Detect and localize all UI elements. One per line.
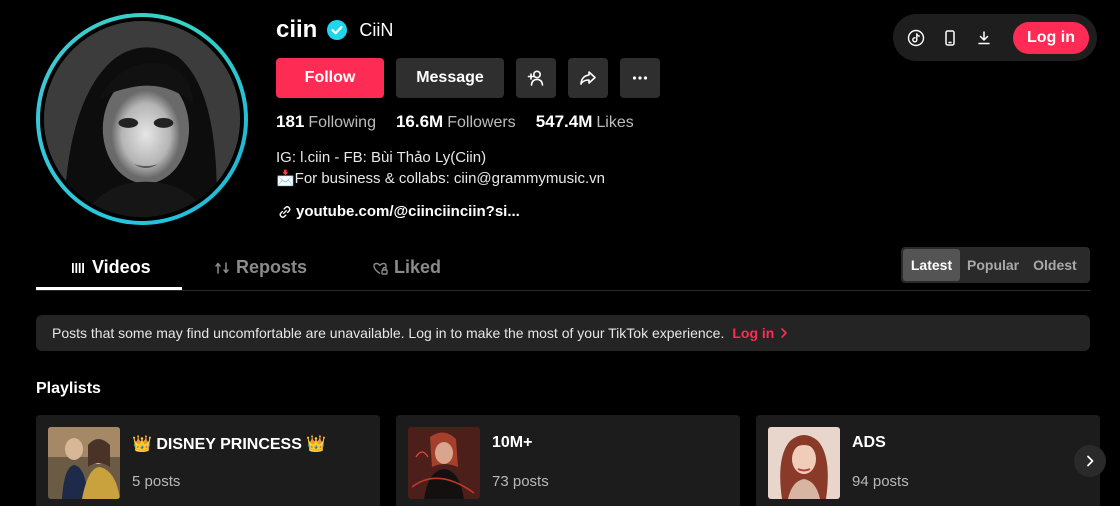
playlist-title: ADS bbox=[852, 434, 886, 451]
notice-login-link[interactable]: Log in bbox=[732, 325, 788, 341]
video-sort-toggle: Latest Popular Oldest bbox=[901, 247, 1090, 283]
sort-latest[interactable]: Latest bbox=[903, 249, 960, 281]
sort-popular[interactable]: Popular bbox=[960, 249, 1026, 281]
avatar-image bbox=[44, 21, 240, 217]
login-button[interactable]: Log in bbox=[1013, 21, 1089, 54]
tab-label: Liked bbox=[394, 257, 442, 277]
stat-likes: 547.4M Likes bbox=[536, 112, 634, 132]
playlist-thumbnail bbox=[48, 427, 120, 499]
playlist-thumbnail bbox=[768, 427, 840, 499]
playlist-title: 👑 DISNEY PRINCESS 👑 bbox=[132, 436, 327, 453]
bio-line: IG: l.ciin - FB: Bùi Thảo Ly(Ciin) bbox=[276, 149, 487, 166]
playlist-title: 10M+ bbox=[492, 434, 533, 451]
chevron-right-icon bbox=[1087, 455, 1094, 467]
playlists-heading: Playlists bbox=[36, 380, 101, 397]
tiktok-icon[interactable] bbox=[907, 29, 925, 47]
follow-button[interactable]: Follow bbox=[276, 58, 384, 98]
profile-bio: IG: l.ciin - FB: Bùi Thảo Ly(Ciin) 📩For … bbox=[276, 147, 605, 189]
stat-value: 181 bbox=[276, 112, 305, 131]
suggested-accounts-button[interactable] bbox=[516, 58, 556, 98]
profile-title-row: ciin CiiN bbox=[276, 16, 393, 44]
playlist-card[interactable]: 10M+ 73 posts bbox=[396, 415, 740, 506]
notice-text: Posts that some may find uncomfortable a… bbox=[52, 325, 725, 341]
mobile-phone-icon[interactable] bbox=[941, 29, 959, 47]
chevron-right-icon bbox=[781, 328, 788, 338]
profile-action-buttons: Follow Message bbox=[276, 58, 660, 98]
tab-videos[interactable]: Videos bbox=[70, 245, 151, 290]
playlist-post-count: 73 posts bbox=[492, 473, 549, 490]
share-button[interactable] bbox=[568, 58, 608, 98]
stat-label: Followers bbox=[447, 114, 516, 131]
message-button[interactable]: Message bbox=[396, 58, 504, 98]
tab-reposts[interactable]: Reposts bbox=[214, 245, 307, 290]
heart-lock-icon bbox=[373, 262, 388, 275]
avatar[interactable] bbox=[40, 17, 244, 221]
nickname: CiiN bbox=[359, 19, 394, 40]
stat-label: Likes bbox=[596, 114, 634, 131]
playlist-card[interactable]: 👑 DISNEY PRINCESS 👑 5 posts bbox=[36, 415, 380, 506]
verified-badge-icon bbox=[327, 20, 348, 40]
profile-avatar-ring bbox=[36, 13, 248, 225]
tab-liked[interactable]: Liked bbox=[372, 245, 441, 290]
stat-followers[interactable]: 16.6M Followers bbox=[396, 112, 516, 132]
active-tab-indicator bbox=[36, 287, 182, 290]
profile-link[interactable]: youtube.com/@ciinciinciin?si... bbox=[278, 203, 520, 220]
grid-lines-icon bbox=[72, 262, 84, 273]
download-icon[interactable] bbox=[975, 29, 993, 47]
share-arrow-icon bbox=[580, 71, 596, 85]
playlists-row: 👑 DISNEY PRINCESS 👑 5 posts 10M+ 73 post… bbox=[36, 415, 1100, 506]
more-options-button[interactable] bbox=[620, 58, 660, 98]
stat-value: 547.4M bbox=[535, 112, 593, 131]
stat-following[interactable]: 181 Following bbox=[276, 112, 376, 132]
add-person-icon bbox=[527, 70, 544, 86]
top-action-bar: Log in bbox=[893, 14, 1097, 61]
stat-value: 16.6M bbox=[395, 112, 444, 131]
ellipsis-icon bbox=[632, 76, 648, 80]
content-notice-banner: Posts that some may find uncomfortable a… bbox=[36, 315, 1090, 351]
stat-label: Following bbox=[308, 114, 376, 131]
tab-label: Reposts bbox=[236, 257, 308, 277]
playlist-thumbnail bbox=[408, 427, 480, 499]
bio-line: 📩For business & collabs: ciin@grammymusi… bbox=[276, 170, 605, 187]
profile-link-text: youtube.com/@ciinciinciin?si... bbox=[296, 203, 520, 220]
tab-label: Videos bbox=[92, 257, 151, 277]
repost-icon bbox=[215, 261, 229, 274]
link-icon bbox=[279, 205, 291, 218]
playlist-card[interactable]: ADS 94 posts bbox=[756, 415, 1100, 506]
playlist-post-count: 94 posts bbox=[852, 473, 909, 490]
playlist-post-count: 5 posts bbox=[132, 473, 181, 490]
profile-stats: 181 Following 16.6M Followers 547.4M Likes bbox=[276, 112, 634, 132]
notice-link-label: Log in bbox=[732, 325, 775, 341]
sort-oldest[interactable]: Oldest bbox=[1026, 249, 1084, 281]
playlists-next-button[interactable] bbox=[1074, 445, 1106, 477]
username: ciin bbox=[276, 16, 318, 43]
